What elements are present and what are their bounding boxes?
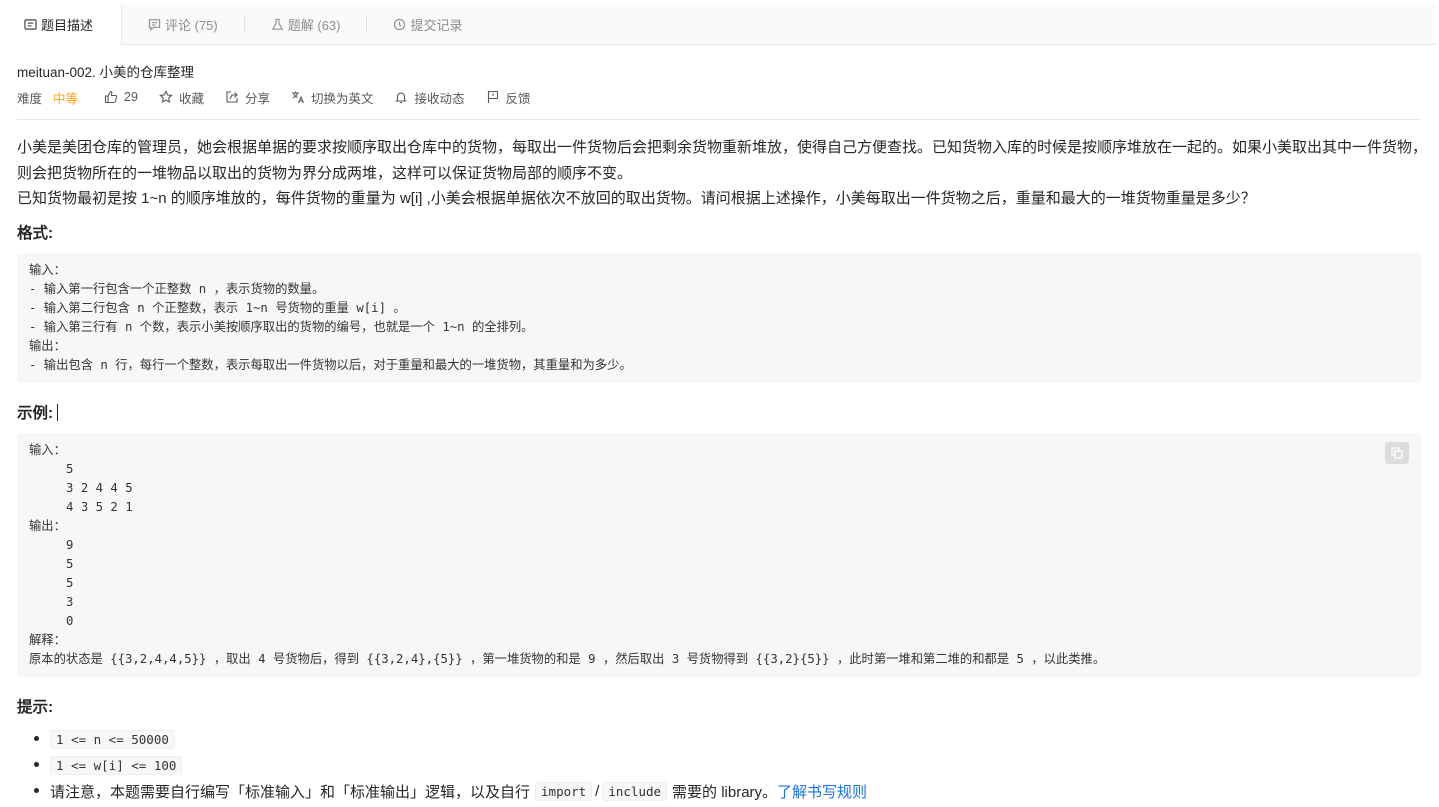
tab-label: 评论 (75) <box>165 17 218 33</box>
flask-icon <box>271 18 283 30</box>
notify-button[interactable]: 接收动态 <box>394 88 465 107</box>
list-item: 1 <= w[i] <= 100 <box>17 752 867 778</box>
tab-label: 提交记录 <box>410 17 463 33</box>
copy-button[interactable] <box>1385 442 1409 464</box>
divider <box>17 119 1421 120</box>
notify-label: 接收动态 <box>414 91 465 106</box>
difficulty-label: 难度 <box>17 91 43 106</box>
separator-slash: / <box>595 782 600 800</box>
problem-title: meituan-002. 小美的仓库整理 <box>17 65 195 80</box>
bell-icon <box>395 92 408 104</box>
feedback-label: 反馈 <box>505 91 531 106</box>
tips-list: 1 <= n <= 50000 1 <= w[i] <= 100 请注意，本题需… <box>17 726 867 804</box>
favorite-label: 收藏 <box>178 91 204 106</box>
problem-description: 小美是美团仓库的管理员，她会根据单据的要求按顺序取出仓库中的货物，每取出一件货物… <box>17 135 1427 212</box>
description-paragraph: 小美是美团仓库的管理员，她会根据单据的要求按顺序取出仓库中的货物，每取出一件货物… <box>17 139 1428 182</box>
description-paragraph: 已知货物最初是按 1~n 的顺序堆放的，每件货物的重量为 w[i] ,小美会根据… <box>17 190 1256 207</box>
text-cursor <box>57 404 59 421</box>
format-heading: 格式: <box>17 225 54 242</box>
difficulty-badge: 中等 <box>53 91 79 106</box>
favorite-button[interactable]: 收藏 <box>159 88 204 107</box>
include-code: include <box>602 781 668 801</box>
writing-rules-link[interactable]: 了解书写规则 <box>777 781 867 802</box>
switch-language-button[interactable]: 切换为英文 <box>291 88 374 107</box>
copy-icon <box>1391 447 1403 459</box>
tab-comments[interactable]: 评论 (75) <box>122 4 244 44</box>
description-icon <box>24 19 37 30</box>
star-icon <box>159 90 173 104</box>
clock-icon <box>394 18 406 30</box>
share-icon <box>226 91 238 103</box>
io-note-text: 请注意，本题需要自行编写「标准输入」和「标准输出」逻辑，以及自行 <box>50 783 531 801</box>
flag-icon <box>487 90 498 103</box>
tab-submissions[interactable]: 提交记录 <box>367 4 488 44</box>
comment-icon <box>148 18 161 31</box>
example-container: 输入： 5 3 2 4 4 5 4 3 5 2 1 输出： 9 5 5 3 0 … <box>17 433 1421 677</box>
share-label: 分享 <box>244 91 270 106</box>
import-code: import <box>535 781 593 801</box>
io-note-suffix: 需要的 library。 <box>672 783 778 801</box>
tab-solutions[interactable]: 题解 (63) <box>245 4 367 44</box>
problem-meta-bar: 难度 中等 29 收藏 分享 切换为英文 接收动态 反馈 <box>17 88 552 106</box>
example-heading-text: 示例: <box>17 405 54 422</box>
format-code-block: 输入： - 输入第一行包含一个正整数 n ，表示货物的数量。 - 输入第二行包含… <box>17 253 1421 383</box>
translate-icon <box>291 91 304 104</box>
like-button[interactable]: 29 <box>104 90 138 104</box>
constraint-code: 1 <= n <= 50000 <box>50 729 175 749</box>
tips-heading: 提示: <box>17 699 54 716</box>
tab-description[interactable]: 题目描述 <box>0 4 123 45</box>
tab-bar: 题目描述 评论 (75) 题解 (63) 提交记录 <box>0 4 1436 45</box>
switch-language-label: 切换为英文 <box>310 91 374 106</box>
example-code-block: 输入： 5 3 2 4 4 5 4 3 5 2 1 输出： 9 5 5 3 0 … <box>17 433 1421 677</box>
tab-label: 题目描述 <box>41 18 94 33</box>
tab-label: 题解 (63) <box>287 17 341 33</box>
thumbs-up-icon <box>104 90 118 104</box>
example-heading: 示例: <box>17 401 59 423</box>
share-button[interactable]: 分享 <box>225 88 270 107</box>
list-item: 1 <= n <= 50000 <box>17 726 867 752</box>
constraint-code: 1 <= w[i] <= 100 <box>50 755 183 775</box>
list-item: 请注意，本题需要自行编写「标准输入」和「标准输出」逻辑，以及自行 import … <box>17 778 867 804</box>
feedback-button[interactable]: 反馈 <box>486 88 531 107</box>
like-count: 29 <box>124 90 138 104</box>
